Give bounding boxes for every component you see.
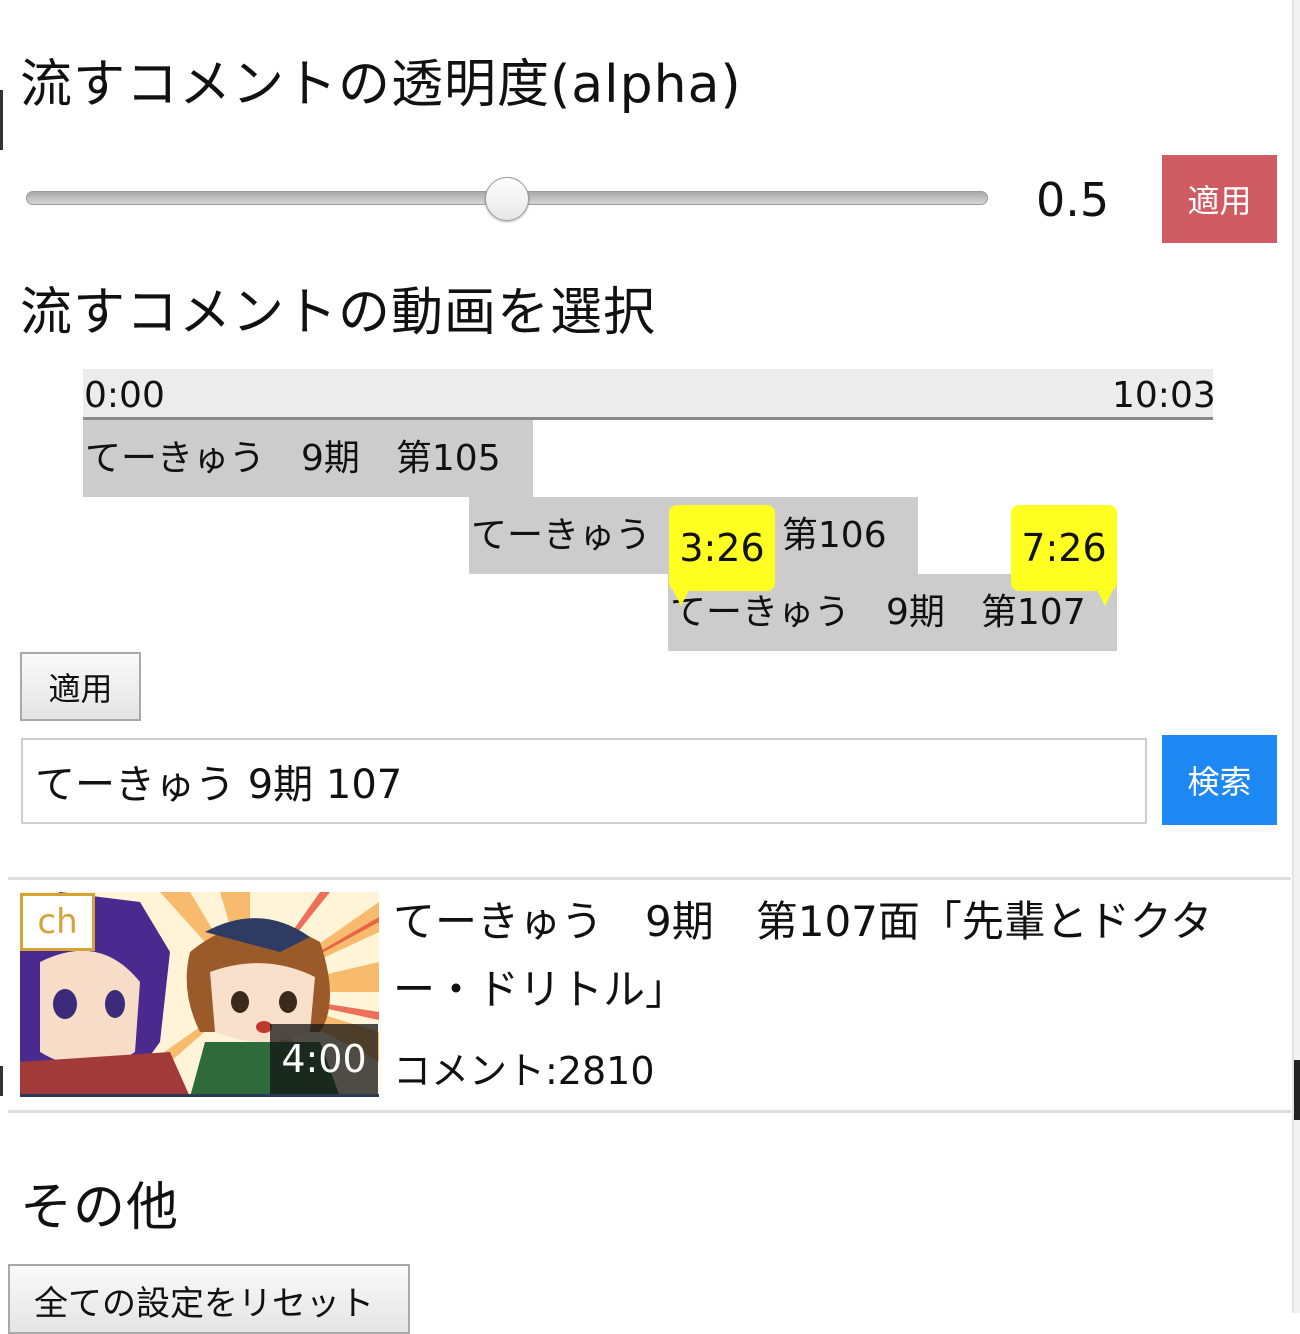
search-input[interactable]: てーきゅう 9期 107 (21, 738, 1147, 824)
video-duration: 4:00 (270, 1024, 378, 1094)
divider-bottom (8, 1110, 1291, 1113)
timeline-start-time: 0:00 (84, 375, 165, 416)
alpha-heading: 流すコメントの透明度(alpha) (20, 55, 742, 115)
other-heading: その他 (20, 1178, 180, 1238)
marker-end-tail (1097, 590, 1113, 606)
reset-all-settings-button[interactable]: 全ての設定をリセット (8, 1264, 410, 1334)
alpha-apply-button[interactable]: 適用 (1162, 155, 1277, 243)
search-button[interactable]: 検索 (1162, 735, 1277, 825)
timeline-row-105[interactable]: てーきゅう 9期 第105 (83, 420, 533, 497)
video-title[interactable]: てーきゅう 9期 第107面「先輩とドクター・ドリトル」 (393, 888, 1273, 1024)
alpha-slider-thumb[interactable] (485, 177, 529, 221)
timeline-end-time: 10:03 (1112, 375, 1216, 416)
alpha-value: 0.5 (1036, 173, 1110, 227)
settings-panel: 流すコメントの透明度(alpha) 0.5 適用 流すコメントの動画を選択 0:… (0, 0, 1294, 1334)
video-apply-button[interactable]: 適用 (20, 652, 141, 721)
background-left-mark-2 (0, 1066, 3, 1096)
divider-top (8, 877, 1291, 880)
marker-start-tail (673, 590, 689, 606)
background-edge-mark (1294, 1060, 1300, 1120)
video-select-heading: 流すコメントの動画を選択 (20, 283, 657, 343)
timeline-header (83, 369, 1213, 420)
timeline-marker-end[interactable]: 7:26 (1011, 505, 1117, 591)
channel-badge: ch (20, 893, 95, 951)
background-left-mark (0, 90, 3, 150)
video-comment-count: コメント:2810 (393, 1049, 655, 1093)
timeline-marker-start[interactable]: 3:26 (669, 505, 775, 591)
